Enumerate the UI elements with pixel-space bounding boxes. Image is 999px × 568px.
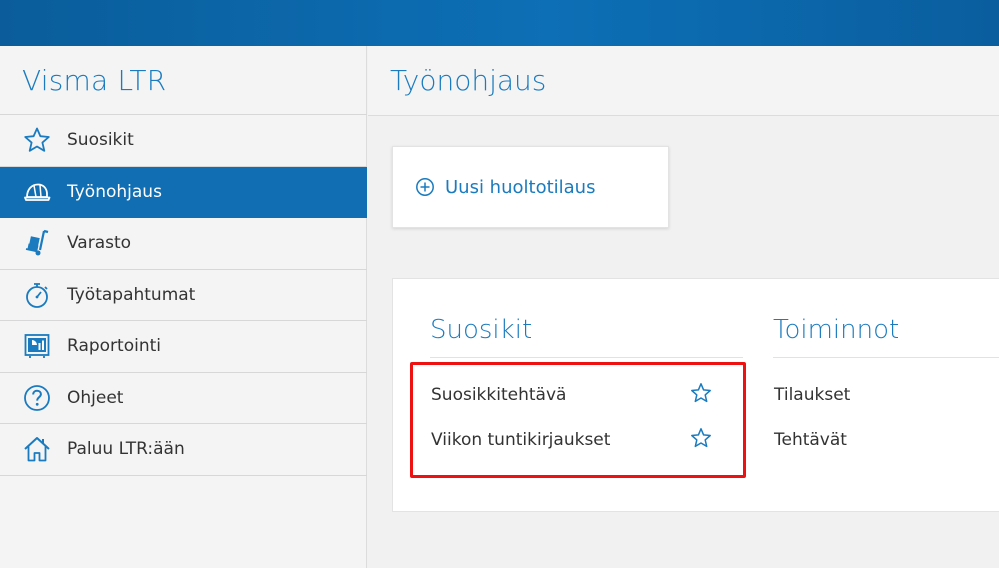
new-service-order-label: Uusi huoltotilaus — [445, 176, 596, 198]
help-icon — [22, 383, 52, 413]
home-icon — [22, 434, 52, 464]
page-title: Työnohjaus — [390, 64, 547, 97]
sidebar-nav: Suosikit Työnohjaus Varasto Työtapahtuma… — [0, 114, 367, 476]
sidebar-item-label: Työtapahtumat — [67, 284, 196, 305]
hard-hat-icon — [22, 177, 52, 207]
sidebar-item-tyotapahtumat[interactable]: Työtapahtumat — [0, 270, 367, 321]
favorites-title: Suosikit — [430, 315, 533, 345]
sidebar-item-label: Työnohjaus — [67, 181, 162, 202]
top-bar — [0, 0, 999, 46]
sidebar-item-label: Varasto — [67, 233, 132, 254]
sidebar-item-ohjeet[interactable]: Ohjeet — [0, 373, 367, 424]
hand-truck-icon — [22, 228, 52, 258]
actions-divider — [773, 357, 999, 358]
sidebar-item-label: Paluu LTR:ään — [67, 439, 185, 460]
sidebar: Visma LTR Suosikit Työnohjaus Varasto Ty… — [0, 46, 367, 568]
action-item-link[interactable]: Tilaukset — [774, 385, 850, 405]
action-item-link[interactable]: Tehtävät — [774, 430, 847, 450]
star-icon — [22, 125, 52, 155]
sidebar-item-raportointi[interactable]: Raportointi — [0, 321, 367, 373]
favorite-item-link[interactable]: Viikon tuntikirjaukset — [431, 430, 610, 450]
lists-panel: Suosikit Toiminnot Suosikkitehtävä Viiko… — [392, 278, 999, 512]
sidebar-item-suosikit[interactable]: Suosikit — [0, 115, 367, 167]
stopwatch-icon — [22, 280, 52, 310]
star-icon[interactable] — [690, 382, 712, 404]
actions-title: Toiminnot — [773, 315, 900, 345]
sidebar-item-label: Raportointi — [67, 336, 161, 357]
new-service-order-button[interactable]: Uusi huoltotilaus — [392, 146, 669, 228]
report-chart-icon — [22, 331, 52, 361]
plus-circle-icon — [416, 178, 434, 196]
sidebar-item-label: Ohjeet — [67, 387, 124, 408]
main-header: Työnohjaus — [368, 46, 999, 116]
favorites-divider — [430, 357, 743, 358]
star-icon[interactable] — [690, 427, 712, 449]
favorite-item-link[interactable]: Suosikkitehtävä — [431, 385, 566, 405]
app-title: Visma LTR — [22, 64, 167, 97]
sidebar-item-tyonohjaus[interactable]: Työnohjaus — [0, 166, 367, 218]
sidebar-item-varasto[interactable]: Varasto — [0, 218, 367, 270]
sidebar-item-paluu-ltr[interactable]: Paluu LTR:ään — [0, 424, 367, 476]
sidebar-item-label: Suosikit — [67, 130, 134, 151]
